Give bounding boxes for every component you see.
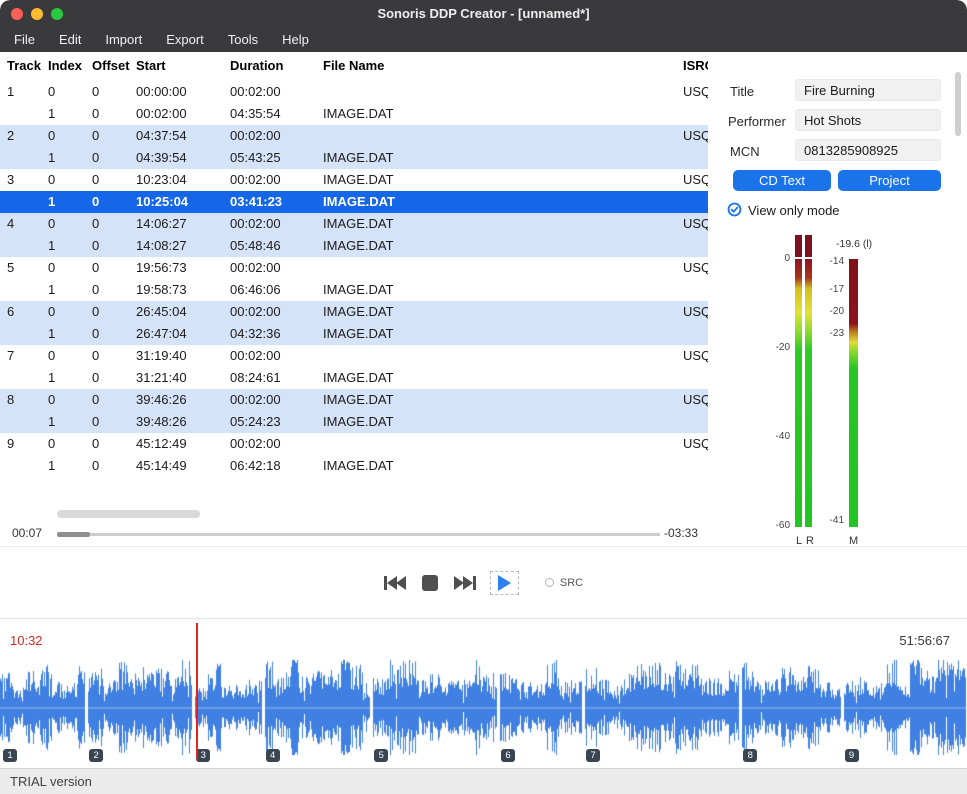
view-only-label: View only mode (748, 203, 840, 218)
lr-scale-60: -60 (760, 520, 790, 531)
table-row[interactable]: 5 0 0 19:56:73 00:02:00 USQ (0, 257, 708, 279)
col-start: Start (136, 54, 230, 78)
track-table-body: 1 0 0 00:00:00 00:02:00 USQ 1 0 00:02:00… (0, 81, 708, 477)
table-row[interactable]: 1 0 31:21:40 08:24:61 IMAGE.DAT (0, 367, 708, 389)
menu-import[interactable]: Import (93, 28, 154, 52)
lr-scale-20: -20 (760, 342, 790, 353)
col-filename: File Name (323, 54, 683, 78)
table-row[interactable]: 8 0 0 39:46:26 00:02:00 IMAGE.DAT USQ (0, 389, 708, 411)
col-offset: Offset (92, 54, 136, 78)
waveform-canvas (0, 659, 967, 756)
cd-text-button[interactable]: CD Text (733, 170, 831, 191)
transport-bar: SRC (0, 546, 967, 618)
lr-scale-0: 0 (760, 253, 790, 264)
project-button[interactable]: Project (838, 170, 941, 191)
table-row[interactable]: 1 0 10:25:04 03:41:23 IMAGE.DAT (0, 191, 708, 213)
window-title: Sonoris DDP Creator - [unnamed*] (0, 0, 967, 28)
playback-slider[interactable] (57, 533, 660, 536)
table-row[interactable]: 7 0 0 31:19:40 00:02:00 USQ (0, 345, 708, 367)
playback-slider-thumb[interactable] (57, 532, 90, 537)
next-track-button[interactable] (454, 576, 476, 590)
skip-forward-icon (454, 576, 476, 590)
col-duration: Duration (230, 54, 323, 78)
app-window: Sonoris DDP Creator - [unnamed*] File Ed… (0, 0, 967, 794)
status-bar: TRIAL version (0, 768, 967, 794)
meter-bar-right (805, 259, 812, 527)
table-row[interactable]: 1 0 04:39:54 05:43:25 IMAGE.DAT (0, 147, 708, 169)
m-scale-20: -20 (814, 306, 844, 317)
panel-scrollbar[interactable] (955, 72, 961, 136)
playhead-time-label: 10:32 (10, 633, 43, 648)
m-scale-23: -23 (814, 328, 844, 339)
table-row[interactable]: 9 0 0 45:12:49 00:02:00 USQ (0, 433, 708, 455)
col-index: Index (48, 54, 92, 78)
waveform-overview[interactable]: 1 2 3 4 5 6 7 8 9 (0, 659, 967, 759)
play-icon (498, 575, 511, 591)
mcn-input[interactable] (795, 139, 941, 161)
skip-back-icon (384, 576, 406, 590)
menu-tools[interactable]: Tools (216, 28, 270, 52)
src-radio[interactable] (545, 578, 554, 587)
m-scale-14: -14 (814, 256, 844, 267)
menu-file[interactable]: File (2, 28, 47, 52)
trial-version-label: TRIAL version (10, 774, 92, 789)
track-badge: 4 (266, 749, 280, 762)
view-only-checkbox-icon[interactable] (727, 202, 742, 217)
track-badge: 2 (89, 749, 103, 762)
track-badge: 5 (374, 749, 388, 762)
performer-input[interactable] (795, 109, 941, 131)
table-hscrollbar[interactable] (57, 510, 200, 518)
meter-bar-mono (849, 259, 858, 527)
stop-icon (422, 575, 438, 591)
previous-track-button[interactable] (384, 576, 406, 590)
menu-help[interactable]: Help (270, 28, 321, 52)
table-row[interactable]: 1 0 00:02:00 04:35:54 IMAGE.DAT (0, 103, 708, 125)
performer-label: Performer (728, 114, 786, 129)
track-badge: 9 (845, 749, 859, 762)
title-input[interactable] (795, 79, 941, 101)
stop-button[interactable] (422, 575, 438, 591)
title-label: Title (730, 84, 754, 99)
m-scale-41: -41 (814, 515, 844, 526)
menu-edit[interactable]: Edit (47, 28, 93, 52)
table-row[interactable]: 1 0 39:48:26 05:24:23 IMAGE.DAT (0, 411, 708, 433)
peak-readout: -19.6 (l) (836, 238, 872, 250)
play-button-focus-ring (490, 571, 519, 595)
meter-bar-left (795, 259, 802, 527)
menu-bar: File Edit Import Export Tools Help (0, 28, 967, 52)
table-row[interactable]: 6 0 0 26:45:04 00:02:00 IMAGE.DAT USQ (0, 301, 708, 323)
track-badge: 3 (196, 749, 210, 762)
lr-scale-40: -40 (760, 431, 790, 442)
track-badge: 6 (501, 749, 515, 762)
play-button[interactable] (498, 575, 511, 591)
m-scale-17: -17 (814, 284, 844, 295)
track-badge: 7 (586, 749, 600, 762)
playback-elapsed: 00:07 (12, 526, 42, 540)
track-badge: 8 (743, 749, 757, 762)
col-track: Track (7, 54, 48, 78)
playhead (196, 623, 198, 759)
total-length-label: 51:56:67 (899, 633, 950, 648)
clip-indicator-left (795, 235, 802, 257)
table-row[interactable]: 1 0 26:47:04 04:32:36 IMAGE.DAT (0, 323, 708, 345)
title-bar: Sonoris DDP Creator - [unnamed*] (0, 0, 967, 28)
cd-text-panel: Title Performer MCN CD Text Project View… (708, 52, 967, 546)
table-row[interactable]: 1 0 0 00:00:00 00:02:00 USQ (0, 81, 708, 103)
track-table: Track Index Offset Start Duration File N… (0, 52, 708, 546)
playback-remaining: -03:33 (664, 526, 698, 540)
table-header: Track Index Offset Start Duration File N… (0, 54, 708, 78)
table-row[interactable]: 3 0 0 10:23:04 00:02:00 IMAGE.DAT USQ (0, 169, 708, 191)
col-isrc: ISRC (683, 54, 708, 78)
menu-export[interactable]: Export (154, 28, 216, 52)
table-row[interactable]: 1 0 19:58:73 06:46:06 IMAGE.DAT (0, 279, 708, 301)
waveform-section: 10:32 51:56:67 1 2 3 4 5 6 7 8 9 (0, 618, 967, 768)
track-badge: 1 (3, 749, 17, 762)
clip-indicator-right (805, 235, 812, 257)
table-row[interactable]: 4 0 0 14:06:27 00:02:00 IMAGE.DAT USQ (0, 213, 708, 235)
table-row[interactable]: 1 0 14:08:27 05:48:46 IMAGE.DAT (0, 235, 708, 257)
mcn-label: MCN (730, 144, 760, 159)
src-label: SRC (560, 577, 583, 589)
table-row[interactable]: 1 0 45:14:49 06:42:18 IMAGE.DAT (0, 455, 708, 477)
table-row[interactable]: 2 0 0 04:37:54 00:02:00 USQ (0, 125, 708, 147)
